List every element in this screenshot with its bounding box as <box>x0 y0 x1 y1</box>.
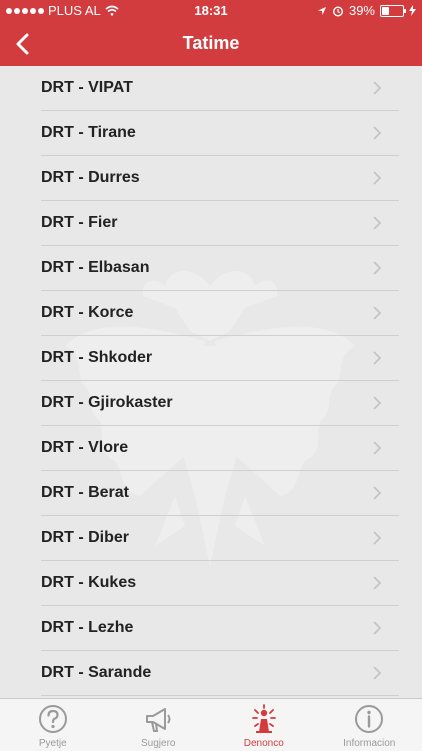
tab-informacion[interactable]: Informacion <box>317 699 422 751</box>
list-item-label: DRT - Shkoder <box>41 349 152 367</box>
list-item[interactable]: DRT - Vlore <box>41 426 399 471</box>
tab-label: Pyetje <box>0 738 106 749</box>
tab-pyetje[interactable]: Pyetje <box>0 699 106 751</box>
list-item-label: DRT - Vlore <box>41 439 128 457</box>
tab-label: Informacion <box>317 738 422 749</box>
list-item-label: DRT - VIPAT <box>41 79 133 97</box>
list-item[interactable]: DRT - Korce <box>41 291 399 336</box>
status-bar: PLUS AL 18:31 39% <box>0 0 422 22</box>
list-item[interactable]: DRT - VIPAT <box>41 66 399 111</box>
app-header: PLUS AL 18:31 39% Tati <box>0 0 422 66</box>
location-arrow-icon <box>317 6 327 16</box>
list-item-label: DRT - Lezhe <box>41 619 133 637</box>
navigation-bar: Tatime <box>0 22 422 66</box>
alarm-clock-icon <box>332 5 344 17</box>
chevron-right-icon <box>372 395 382 411</box>
charging-bolt-icon <box>409 5 416 16</box>
chevron-right-icon <box>372 170 382 186</box>
list-item-label: DRT - Elbasan <box>41 259 149 277</box>
content-area: DRT - VIPAT DRT - Tirane DRT - Durres DRT -… <box>0 66 422 698</box>
chevron-right-icon <box>372 575 382 591</box>
battery-percent: 39% <box>349 3 375 18</box>
list-item[interactable]: DRT - Lezhe <box>41 606 399 651</box>
list-item[interactable]: DRT - Sarande <box>41 651 399 696</box>
list-item-label: DRT - Gjirokaster <box>41 394 173 412</box>
chevron-right-icon <box>372 80 382 96</box>
chevron-right-icon <box>372 305 382 321</box>
chevron-right-icon <box>372 440 382 456</box>
list-item[interactable]: DRT - Fier <box>41 201 399 246</box>
list-item-label: DRT - Sarande <box>41 664 151 682</box>
tab-label: Denonco <box>211 738 317 749</box>
info-icon <box>353 704 385 734</box>
question-icon <box>37 704 69 734</box>
tab-sugjero[interactable]: Sugjero <box>106 699 212 751</box>
list-item-label: DRT - Kukes <box>41 574 136 592</box>
megaphone-icon <box>142 704 174 734</box>
list-item[interactable]: DRT - Durres <box>41 156 399 201</box>
list-item[interactable]: DRT - Diber <box>41 516 399 561</box>
list-item[interactable]: DRT - Tirane <box>41 111 399 156</box>
list-item-label: DRT - Tirane <box>41 124 136 142</box>
list-item-label: DRT - Diber <box>41 529 129 547</box>
list-item[interactable]: DRT - Kukes <box>41 561 399 606</box>
chevron-right-icon <box>372 620 382 636</box>
page-title: Tatime <box>0 33 422 54</box>
alert-person-icon <box>248 704 280 734</box>
list-item[interactable]: DRT - Elbasan <box>41 246 399 291</box>
list-item-label: DRT - Berat <box>41 484 129 502</box>
chevron-right-icon <box>372 215 382 231</box>
list-item-label: DRT - Korce <box>41 304 133 322</box>
tab-label: Sugjero <box>106 738 212 749</box>
list-item-label: DRT - Durres <box>41 169 140 187</box>
tab-denonco[interactable]: Denonco <box>211 699 317 751</box>
list-item[interactable]: DRT - Shkoder <box>41 336 399 381</box>
chevron-right-icon <box>372 485 382 501</box>
chevron-right-icon <box>372 530 382 546</box>
chevron-right-icon <box>372 125 382 141</box>
list-item[interactable]: DRT - Gjirokaster <box>41 381 399 426</box>
battery-icon <box>380 5 404 17</box>
office-list: DRT - VIPAT DRT - Tirane DRT - Durres DRT -… <box>0 66 422 696</box>
chevron-right-icon <box>372 260 382 276</box>
tab-bar: PyetjeSugjeroDenoncoInformacion <box>0 698 422 751</box>
chevron-right-icon <box>372 350 382 366</box>
list-item[interactable]: DRT - Berat <box>41 471 399 516</box>
chevron-right-icon <box>372 665 382 681</box>
list-item-label: DRT - Fier <box>41 214 117 232</box>
